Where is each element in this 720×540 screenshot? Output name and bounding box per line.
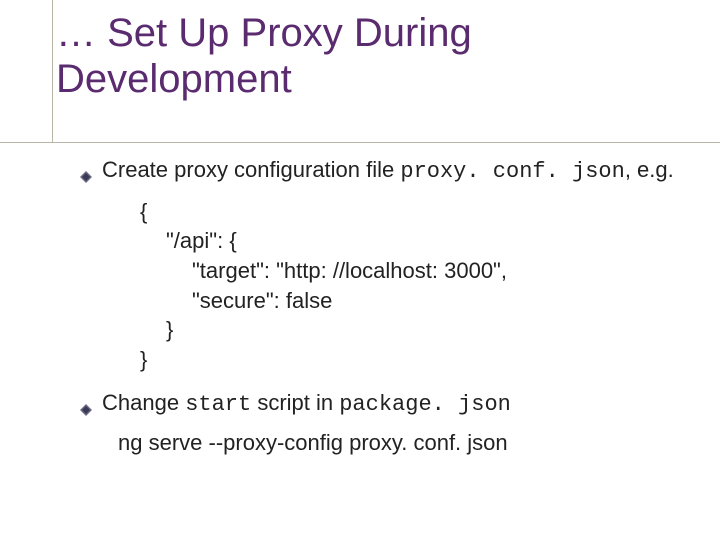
bullet-text: Change start script in package. json: [102, 389, 680, 420]
code-line: {: [140, 197, 680, 227]
text: Change: [102, 390, 185, 415]
code-block: { "/api": { "target": "http: //localhost…: [140, 197, 680, 375]
title-vertical-rule: [52, 0, 53, 142]
command-line: ng serve --proxy-config proxy. conf. jso…: [118, 429, 680, 458]
code-line: "target": "http: //localhost: 3000",: [140, 256, 680, 286]
code-line: }: [140, 315, 680, 345]
code-line: "/api": {: [140, 226, 680, 256]
slide-title: … Set Up Proxy During Development: [56, 10, 660, 102]
bullet-item: Change start script in package. json: [80, 389, 680, 420]
inline-code: package. json: [339, 392, 511, 417]
code-line: "secure": false: [140, 286, 680, 316]
bullet-text: Create proxy configuration file proxy. c…: [102, 156, 680, 187]
title-underline: [0, 142, 720, 143]
inline-code: start: [185, 392, 251, 417]
slide-body: Create proxy configuration file proxy. c…: [80, 156, 680, 458]
text: Create proxy configuration file: [102, 157, 400, 182]
text: , e.g.: [625, 157, 674, 182]
bullet-item: Create proxy configuration file proxy. c…: [80, 156, 680, 187]
text: script in: [251, 390, 339, 415]
diamond-bullet-icon: [80, 162, 92, 174]
inline-code: proxy. conf. json: [400, 159, 624, 184]
code-line: }: [140, 345, 680, 375]
diamond-bullet-icon: [80, 395, 92, 407]
